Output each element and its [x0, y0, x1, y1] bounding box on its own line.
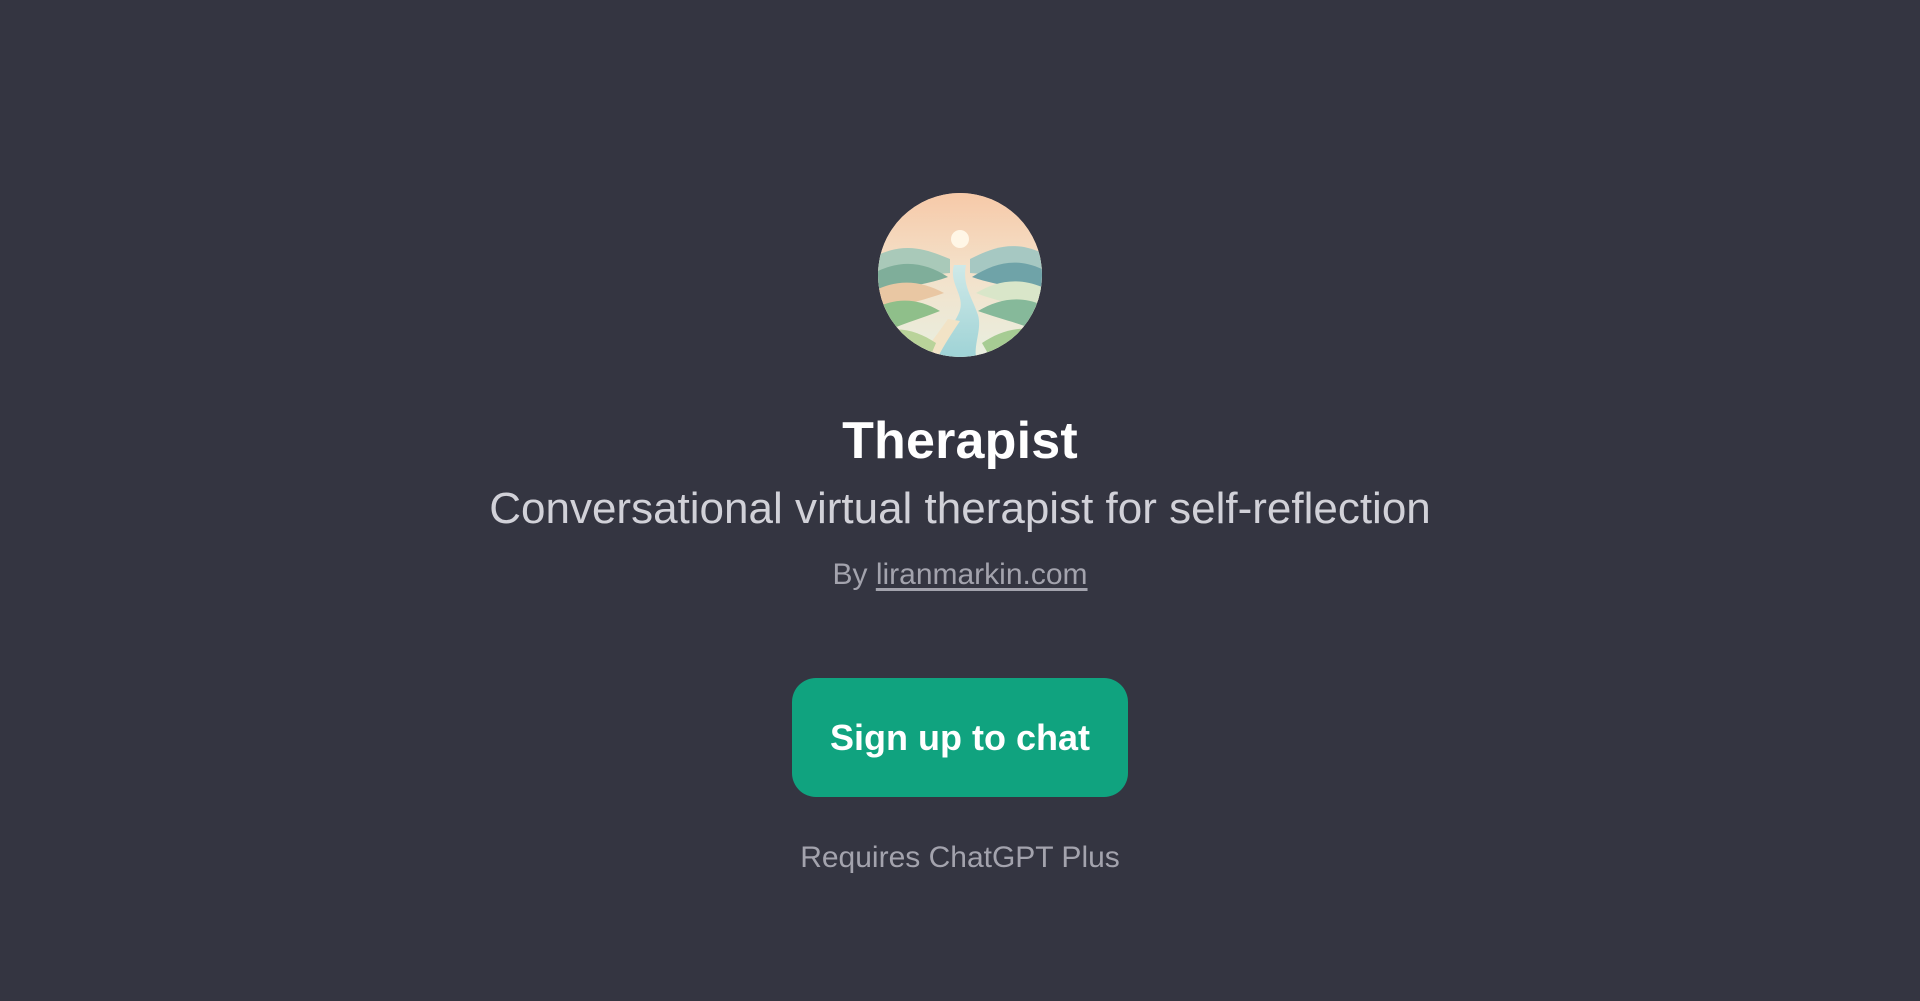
author-byline: By liranmarkin.com: [0, 556, 1920, 594]
gpt-landing-page: Therapist Conversational virtual therapi…: [0, 0, 1920, 1001]
landscape-avatar-icon: [878, 193, 1042, 357]
gpt-title: Therapist: [842, 412, 1078, 470]
byline-prefix: By: [832, 558, 876, 591]
requirement-note: Requires ChatGPT Plus: [800, 841, 1120, 874]
gpt-description: Conversational virtual therapist for sel…: [489, 484, 1431, 533]
author-link[interactable]: liranmarkin.com: [876, 558, 1088, 591]
sign-up-to-chat-button[interactable]: Sign up to chat: [792, 678, 1128, 797]
gpt-avatar: [878, 193, 1042, 357]
